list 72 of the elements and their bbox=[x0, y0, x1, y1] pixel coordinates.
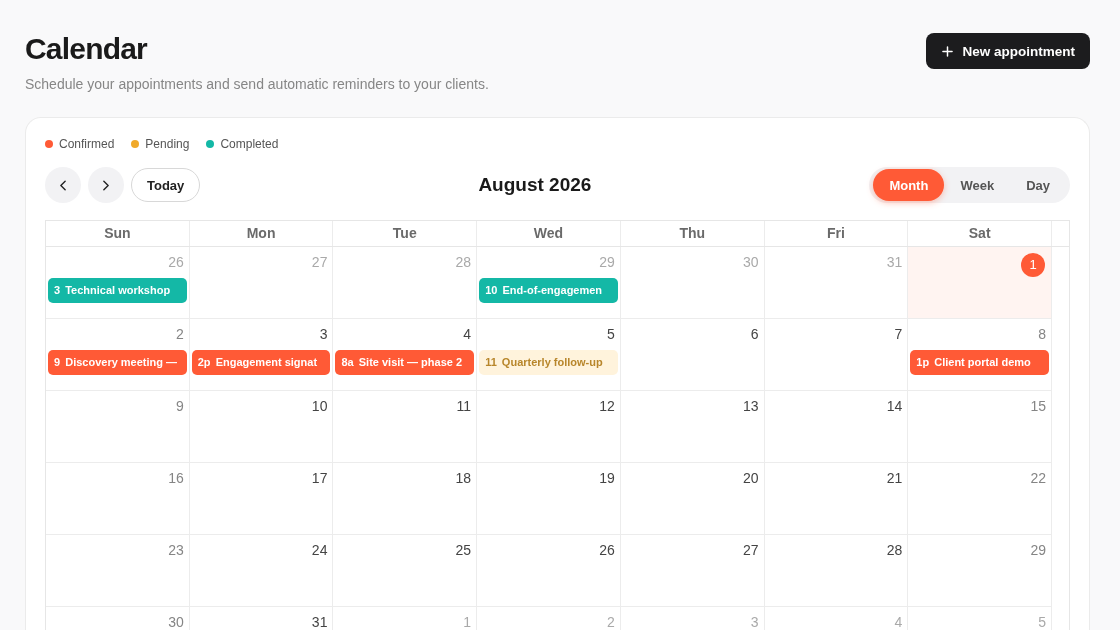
plus-icon bbox=[942, 45, 954, 57]
day-number: 26 bbox=[599, 541, 616, 559]
day-number: 26 bbox=[168, 253, 185, 271]
chevron-right-icon bbox=[103, 179, 109, 191]
day-number: 10 bbox=[311, 397, 329, 415]
day-number: 28 bbox=[455, 253, 473, 271]
page-subtitle: Schedule your appointments and send automatic reminders to your clients. bbox=[25, 75, 489, 94]
day-number: 7 bbox=[894, 325, 904, 343]
day-number: 28 bbox=[886, 541, 904, 559]
event-chip[interactable]: 3 Technical workshop bbox=[48, 278, 187, 303]
new-appointment-button[interactable]: New appointment bbox=[926, 33, 1090, 69]
weekday-header: Tue bbox=[333, 221, 478, 246]
day-number: 16 bbox=[168, 469, 185, 487]
day-number: 2 bbox=[175, 325, 185, 343]
today-badge: 1 bbox=[1021, 253, 1046, 277]
event-chip[interactable]: 10 End-of-engagemen bbox=[479, 278, 618, 303]
view-tab[interactable]: Day bbox=[1010, 169, 1066, 201]
day-number: 22 bbox=[1030, 469, 1048, 487]
day-number: 12 bbox=[599, 397, 616, 415]
day-number: 29 bbox=[599, 253, 616, 271]
view-tab[interactable]: Month bbox=[873, 169, 945, 201]
page-title: Calendar bbox=[25, 31, 149, 67]
day-number: 8 bbox=[1038, 325, 1048, 343]
day-number: 3 bbox=[750, 613, 760, 630]
weekday-header: Sat bbox=[908, 221, 1053, 246]
chevron-left-icon bbox=[60, 179, 66, 191]
day-number: 20 bbox=[743, 469, 760, 487]
day-number: 3 bbox=[319, 325, 329, 343]
event-chip[interactable]: 8a Site visit — phase 2 bbox=[335, 350, 475, 375]
day-number: 5 bbox=[1038, 613, 1048, 630]
event-chip[interactable]: 2p Engagement signat bbox=[191, 350, 331, 375]
day-number: 30 bbox=[743, 253, 760, 271]
day-number: 15 bbox=[1030, 397, 1048, 415]
day-number: 25 bbox=[455, 541, 473, 559]
legend-label: Pending bbox=[145, 137, 190, 151]
day-number: 13 bbox=[743, 397, 760, 415]
day-number: 19 bbox=[599, 469, 616, 487]
day-number: 9 bbox=[175, 397, 185, 415]
day-number: 11 bbox=[456, 397, 473, 415]
today-button[interactable]: Today bbox=[131, 168, 201, 202]
event-chip[interactable]: 1p Client portal demo bbox=[910, 350, 1050, 375]
day-number: 2 bbox=[607, 613, 616, 630]
day-number: 30 bbox=[168, 613, 185, 630]
legend-label: Completed bbox=[220, 137, 279, 151]
weekday-header: Wed bbox=[477, 221, 621, 246]
view-tab[interactable]: Week bbox=[944, 169, 1011, 201]
day-number: 4 bbox=[463, 325, 473, 343]
day-number: 17 bbox=[311, 469, 329, 487]
weekday-header: Mon bbox=[189, 221, 334, 246]
day-number: 14 bbox=[886, 397, 904, 415]
next-month-button[interactable] bbox=[88, 167, 124, 203]
event-chip[interactable]: 9 Discovery meeting — bbox=[48, 350, 187, 375]
day-number: 4 bbox=[894, 613, 904, 630]
month-title: August 2026 bbox=[478, 174, 592, 196]
weekday-header: Thu bbox=[620, 221, 765, 246]
day-number: 21 bbox=[886, 469, 904, 487]
day-number: 27 bbox=[743, 541, 760, 559]
day-number: 18 bbox=[455, 469, 473, 487]
day-number: 31 bbox=[886, 253, 904, 271]
day-number: 6 bbox=[750, 325, 760, 343]
day-number: 27 bbox=[311, 253, 329, 271]
day-number: 5 bbox=[607, 325, 616, 343]
weekday-header: Sun bbox=[46, 221, 190, 246]
day-number: 29 bbox=[1030, 541, 1048, 559]
weekday-header: Fri bbox=[764, 221, 909, 246]
day-number: 1 bbox=[463, 613, 473, 630]
day-number: 23 bbox=[168, 541, 185, 559]
day-number: 24 bbox=[311, 541, 329, 559]
previous-month-button[interactable] bbox=[45, 167, 81, 203]
legend-label: Confirmed bbox=[59, 137, 115, 151]
event-chip[interactable]: 11 Quarterly follow-up bbox=[479, 350, 618, 375]
day-number: 31 bbox=[311, 613, 329, 630]
